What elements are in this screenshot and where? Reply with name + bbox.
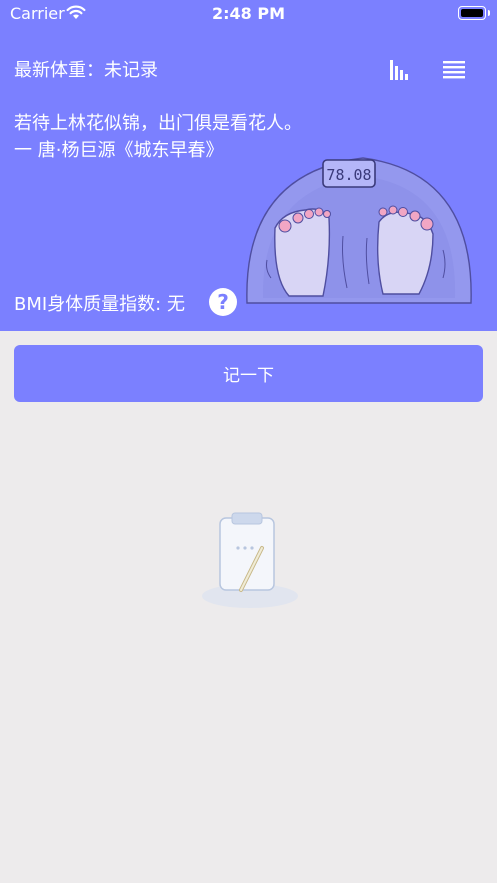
chart-icon xyxy=(390,60,408,80)
status-time: 2:48 PM xyxy=(211,4,285,23)
menu-button[interactable] xyxy=(442,56,466,86)
record-button[interactable]: 记一下 xyxy=(14,345,483,402)
menu-icon xyxy=(443,61,465,79)
bmi-label: BMI身体质量指数: 无 xyxy=(14,294,185,315)
latest-weight-label: 最新体重：未记录 xyxy=(14,60,158,81)
scale-display: 78.08 xyxy=(326,166,371,184)
clipboard-illustration xyxy=(202,512,298,608)
chart-button[interactable] xyxy=(388,56,410,86)
help-icon[interactable]: ? xyxy=(209,288,237,316)
poem-line: 若待上林花似锦，出门俱是看花人。 xyxy=(14,113,302,134)
status-bar: Carrier 2:48 PM xyxy=(0,0,497,28)
battery-icon xyxy=(458,6,490,20)
header: Carrier 2:48 PM 最新体重：未记录 若待上林花似锦，出门俱是看花人… xyxy=(0,0,497,331)
scale-illustration: 78.08 xyxy=(246,157,472,304)
